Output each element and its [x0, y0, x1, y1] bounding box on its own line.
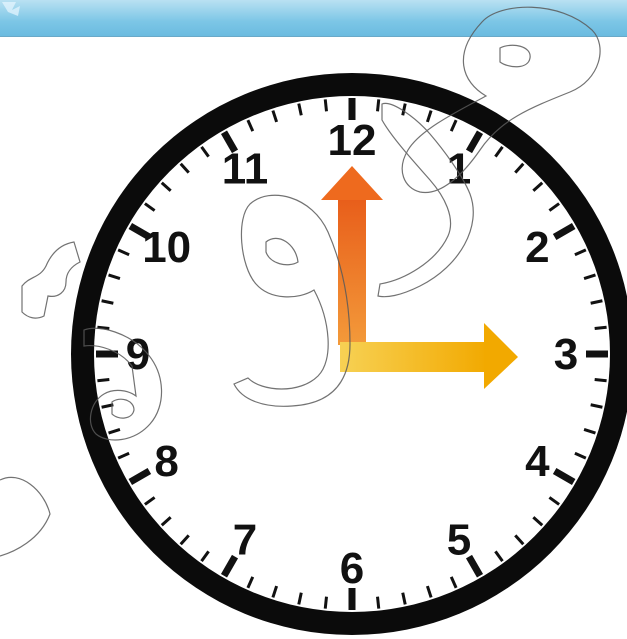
clock-numeral: 7 — [233, 515, 257, 564]
minute-tick — [594, 378, 607, 383]
clock-numeral: 5 — [447, 515, 471, 564]
minute-tick — [376, 596, 381, 609]
clock-numeral: 4 — [525, 437, 550, 486]
minute-tick — [323, 99, 328, 112]
clock-numeral: 12 — [328, 116, 377, 165]
clock-numeral: 10 — [142, 223, 191, 272]
clock-numeral: 6 — [340, 544, 364, 593]
minute-tick — [323, 596, 328, 609]
clock-illustration: 12 1 2 3 4 5 6 7 8 9 10 11 — [0, 0, 627, 639]
clock-numeral: 3 — [554, 330, 578, 379]
clock: 121234567891011 — [0, 6, 627, 635]
minute-tick — [594, 325, 607, 330]
minute-tick — [376, 99, 381, 112]
clock-numeral: 11 — [222, 145, 269, 194]
clock-numeral: 9 — [126, 330, 150, 379]
clock-numeral: 2 — [525, 223, 549, 272]
clock-numeral: 1 — [447, 145, 471, 194]
minute-tick — [97, 378, 110, 383]
clock-numeral: 8 — [154, 437, 178, 486]
